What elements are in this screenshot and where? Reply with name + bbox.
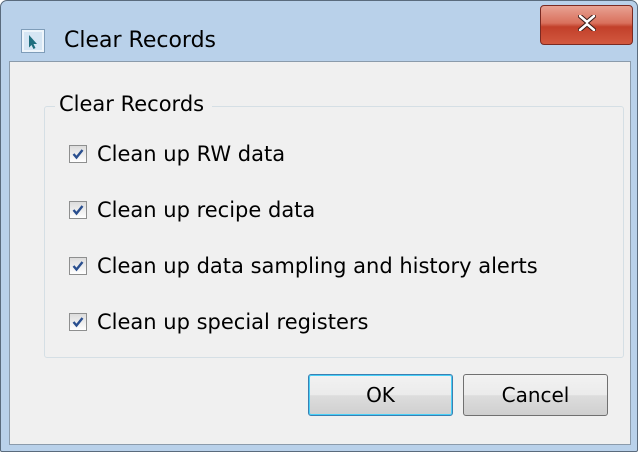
checkbox-clean-special-registers[interactable] (69, 313, 87, 331)
close-button[interactable] (540, 5, 633, 45)
checkbox-clean-recipe-data[interactable] (69, 201, 87, 219)
option-clean-recipe-data[interactable]: Clean up recipe data (69, 197, 315, 223)
option-label: Clean up RW data (97, 142, 286, 166)
dialog-client-area: Clear Records Clean up RW data Clean up … (9, 61, 631, 445)
checkmark-icon (72, 317, 84, 328)
groupbox-legend: Clear Records (55, 92, 213, 116)
checkmark-icon (72, 149, 84, 160)
option-clean-special-registers[interactable]: Clean up special registers (69, 309, 368, 335)
checkmark-icon (72, 261, 84, 272)
window-title: Clear Records (64, 28, 217, 53)
option-label: Clean up recipe data (97, 198, 316, 222)
option-label: Clean up special registers (97, 310, 369, 334)
option-clean-sampling-alerts[interactable]: Clean up data sampling and history alert… (69, 253, 538, 279)
app-icon (21, 29, 45, 53)
title-bar[interactable]: Clear Records (1, 1, 637, 53)
checkbox-clean-sampling-alerts[interactable] (69, 257, 87, 275)
cancel-button[interactable]: Cancel (463, 374, 608, 416)
dialog-window: Clear Records Clear Records Clean up RW … (0, 0, 638, 452)
close-icon (577, 13, 596, 35)
ok-button[interactable]: OK (308, 374, 453, 416)
checkmark-icon (72, 205, 84, 216)
option-label: Clean up data sampling and history alert… (97, 254, 538, 278)
checkbox-clean-rw-data[interactable] (69, 145, 87, 163)
option-clean-rw-data[interactable]: Clean up RW data (69, 141, 285, 167)
clear-records-groupbox: Clear Records Clean up RW data Clean up … (44, 92, 624, 358)
